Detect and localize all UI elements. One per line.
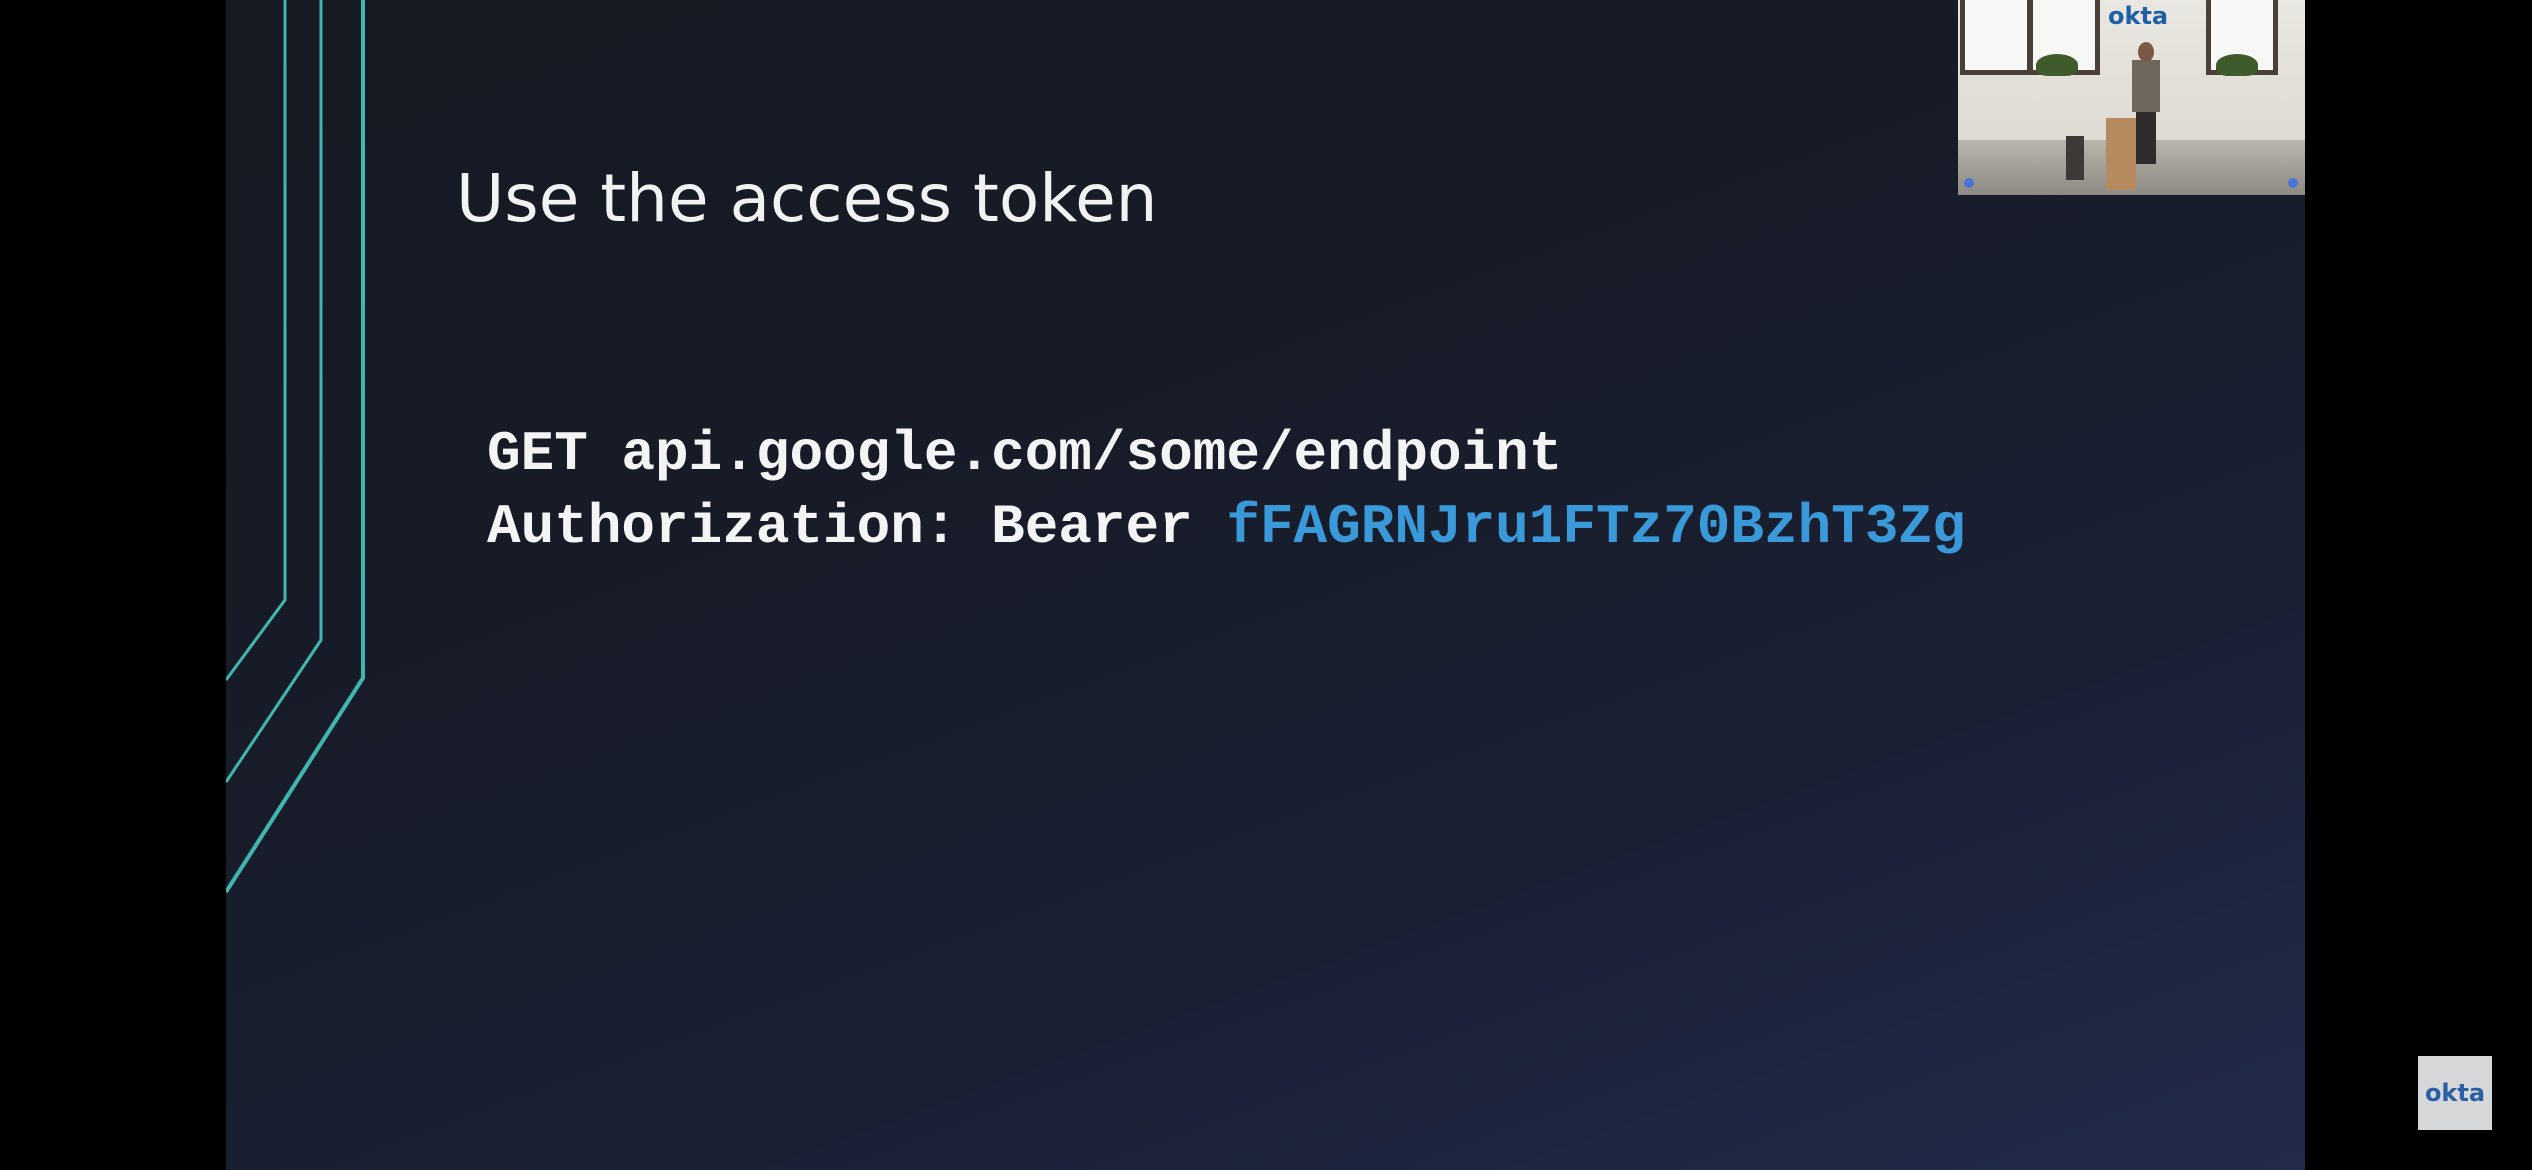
okta-watermark-logo: okta	[2418, 1056, 2492, 1130]
pip-podium	[2106, 118, 2136, 190]
pip-floor-light-left	[1964, 178, 1974, 188]
speaker-head	[2138, 42, 2154, 62]
code-block: GET api.google.com/some/endpoint Authori…	[487, 418, 1966, 564]
header-prefix: Authorization: Bearer	[487, 495, 1227, 559]
pip-chair	[2066, 136, 2084, 180]
wall-okta-logo: okta	[2108, 2, 2169, 30]
video-player-screen[interactable]: Use the access token GET api.google.com/…	[0, 0, 2532, 1170]
speaker-legs	[2136, 110, 2156, 164]
speaker-video-thumbnail: okta	[1958, 0, 2305, 195]
code-line-header: Authorization: Bearer fFAGRNJru1FTz70Bzh…	[487, 495, 1966, 559]
pip-plant-left	[2036, 54, 2078, 76]
slide-title: Use the access token	[456, 160, 1158, 237]
speaker-body	[2132, 60, 2160, 112]
pip-window-left	[1960, 0, 2032, 75]
slide-decorative-lines	[226, 0, 365, 894]
access-token-value: fFAGRNJru1FTz70BzhT3Zg	[1226, 495, 1966, 559]
pip-floor-light-right	[2288, 178, 2298, 188]
pip-plant-right	[2216, 54, 2258, 76]
code-line-request: GET api.google.com/some/endpoint	[487, 422, 1563, 486]
